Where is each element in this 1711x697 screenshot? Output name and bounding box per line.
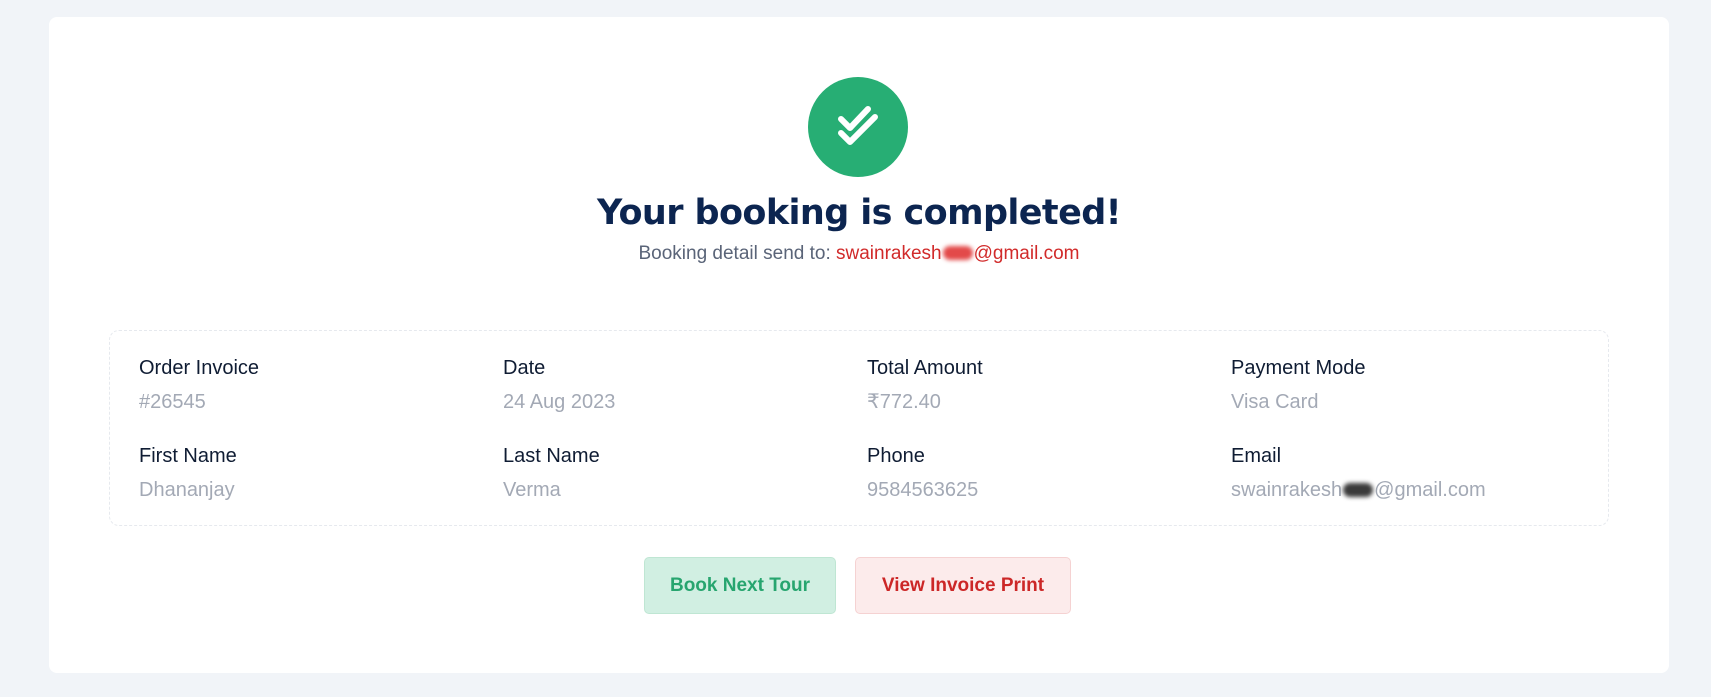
last-name-label: Last Name	[503, 445, 600, 467]
order-invoice-value: #26545	[139, 391, 206, 413]
total-amount-label: Total Amount	[867, 357, 983, 379]
email-value: swainrakesh @gmail.com	[1231, 479, 1486, 501]
double-check-icon	[838, 106, 878, 145]
date-label: Date	[503, 357, 546, 379]
phone-label: Phone	[867, 445, 925, 467]
phone-value: 9584563625	[867, 479, 979, 501]
total-amount-field: Total Amount ₹772.40	[867, 356, 1207, 414]
email-field: Email swainrakesh @gmail.com	[1231, 444, 1591, 502]
last-name-field: Last Name Verma	[503, 444, 843, 502]
phone-field: Phone 9584563625	[867, 444, 1207, 502]
total-amount-value: ₹772.40	[867, 391, 941, 413]
booking-details-panel: Order Invoice #26545 Date 24 Aug 2023 To…	[109, 330, 1609, 526]
date-field: Date 24 Aug 2023	[503, 356, 843, 414]
order-invoice-label: Order Invoice	[139, 357, 260, 379]
redaction-mark	[1343, 483, 1374, 497]
booking-confirmation-card: Your booking is completed! Booking detai…	[49, 17, 1669, 673]
payment-mode-label: Payment Mode	[1231, 357, 1366, 379]
date-value: 24 Aug 2023	[503, 391, 616, 413]
redaction-mark	[942, 246, 973, 260]
first-name-value: Dhananjay	[139, 479, 235, 501]
first-name-field: First Name Dhananjay	[139, 444, 479, 502]
success-badge	[808, 77, 908, 177]
sent-to-line: Booking detail send to: swainrakesh @gmai…	[49, 243, 1669, 265]
sent-to-label: Booking detail send to:	[638, 243, 831, 264]
first-name-label: First Name	[139, 445, 237, 467]
order-invoice-field: Order Invoice #26545	[139, 356, 479, 414]
sent-to-email[interactable]: swainrakesh @gmail.com	[836, 243, 1079, 264]
payment-mode-field: Payment Mode Visa Card	[1231, 356, 1571, 414]
payment-mode-value: Visa Card	[1231, 391, 1319, 413]
book-next-tour-button[interactable]: Book Next Tour	[644, 557, 836, 614]
view-invoice-print-button[interactable]: View Invoice Print	[855, 557, 1071, 614]
email-label: Email	[1231, 445, 1282, 467]
page-title: Your booking is completed!	[596, 193, 1122, 233]
last-name-value: Verma	[503, 479, 561, 501]
